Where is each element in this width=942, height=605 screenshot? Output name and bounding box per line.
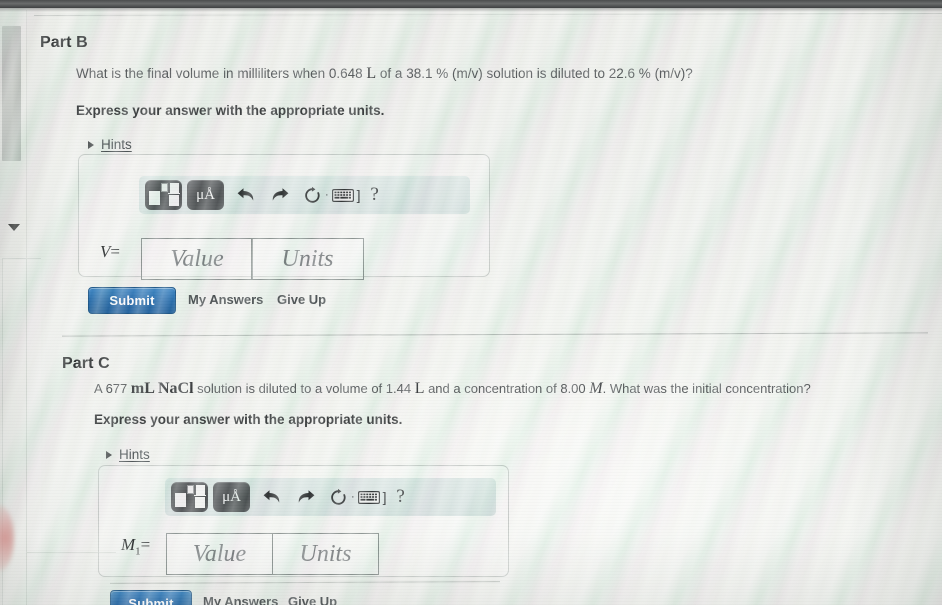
part-c-unit-liters: L [414, 380, 425, 397]
part-b-equals: = [110, 242, 120, 261]
screen-photo: Part B What is the final volume in milli… [0, 0, 942, 605]
part-b-submit-button[interactable]: Submit [88, 287, 176, 314]
part-c-equals: = [140, 535, 151, 554]
help-icon[interactable]: ? [361, 180, 389, 210]
reset-icon[interactable] [323, 482, 353, 512]
units-icon[interactable]: μÅ [187, 180, 224, 210]
part-c-title: Part C [62, 355, 110, 372]
units-icon-label: μÅ [222, 488, 241, 505]
part-b-hints-toggle[interactable]: Hints [88, 137, 132, 152]
part-c-question-pre: A 677 [94, 381, 131, 396]
part-c-unit-molar: M [589, 380, 603, 397]
part-b-question-mid: of a 38.1 % (m/v) solution is diluted to… [376, 66, 693, 81]
part-b-hints-label: Hints [101, 137, 132, 152]
bezel-shadow [0, 8, 942, 12]
part-b-question-pre: What is the final volume in milliliters … [76, 66, 367, 81]
units-icon[interactable]: μÅ [213, 482, 250, 512]
part-c-variable-name: M [121, 535, 136, 554]
toolbar-dot: · [325, 189, 329, 201]
part-b-give-up-link[interactable]: Give Up [277, 292, 326, 307]
part-c-submit-button[interactable]: Submit [110, 590, 192, 605]
part-separator [62, 332, 928, 337]
part-c-my-answers-link[interactable]: My Answers [203, 594, 278, 605]
part-c-unit-ml-nacl: mL NaCl [130, 380, 194, 397]
chevron-right-icon [106, 450, 112, 459]
monitor-bezel [0, 0, 942, 8]
units-icon-label: μÅ [196, 186, 215, 203]
part-b-value-input[interactable]: Value [141, 238, 253, 280]
part-c-question-post: and a concentration of 8.00 [424, 381, 590, 396]
part-b-units-input[interactable]: Units [251, 238, 364, 280]
part-c-answer-toolbar: μÅ ·] ? [165, 478, 496, 516]
part-c-question: A 677 mL NaCl solution is diluted to a v… [94, 379, 811, 399]
part-c-hints-toggle[interactable]: Hints [106, 447, 150, 462]
part-c-question-end: . What was the initial concentration? [602, 381, 811, 396]
part-b-answer-toolbar: μÅ ·] ? [139, 176, 470, 214]
help-icon[interactable]: ? [387, 482, 415, 512]
undo-icon[interactable] [255, 482, 289, 512]
part-c-instruction: Express your answer with the appropriate… [94, 412, 403, 427]
part-b-title: Part B [40, 34, 88, 51]
part-c-hints-label: Hints [119, 447, 150, 462]
part-b-question: What is the final volume in milliliters … [76, 64, 693, 84]
part-b-my-answers-link[interactable]: My Answers [188, 292, 263, 307]
part-b-variable-name: V [100, 242, 111, 261]
chevron-right-icon [88, 140, 94, 149]
math-template-icon[interactable] [145, 180, 182, 210]
keyboard-icon[interactable] [330, 180, 356, 210]
part-b-unit-liters: L [366, 65, 377, 82]
math-template-icon[interactable] [171, 482, 208, 512]
part-b-instruction: Express your answer with the appropriate… [76, 103, 385, 118]
assignment-content: Part B What is the final volume in milli… [0, 12, 942, 605]
part-c-value-input[interactable]: Value [166, 533, 273, 575]
keyboard-icon[interactable] [356, 482, 382, 512]
part-c-question-mid: solution is diluted to a volume of 1.44 [193, 381, 415, 396]
part-b-variable-label: V= [100, 242, 120, 262]
redo-icon[interactable] [263, 180, 297, 210]
redo-icon[interactable] [289, 482, 323, 512]
part-c-variable-label: M1= [121, 535, 150, 557]
part-c-units-input[interactable]: Units [272, 533, 379, 575]
part-c-give-up-link[interactable]: Give Up [288, 594, 337, 605]
toolbar-dot: · [351, 491, 355, 503]
undo-icon[interactable] [229, 180, 263, 210]
part-c-bottom-rule [109, 581, 501, 584]
reset-icon[interactable] [297, 180, 327, 210]
